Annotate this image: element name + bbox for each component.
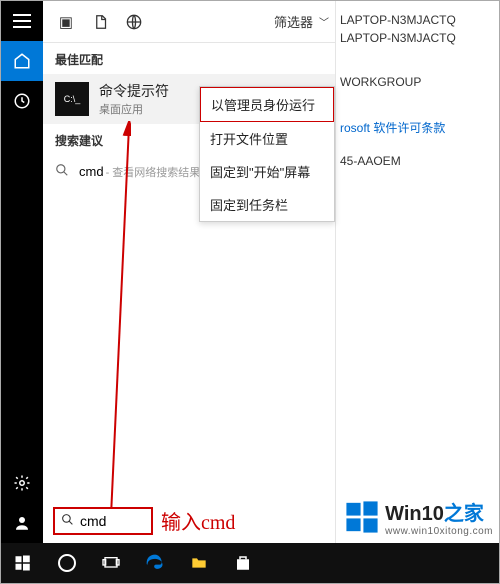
home-button[interactable] xyxy=(1,41,43,81)
bg-line2: LAPTOP-N3MJACTQ xyxy=(340,31,495,45)
cortana-button[interactable] xyxy=(45,554,89,572)
bg-line1: LAPTOP-N3MJACTQ xyxy=(340,13,495,27)
best-match-label: 最佳匹配 xyxy=(43,43,335,74)
suggestion-hint: - 查看网络搜索结果 xyxy=(106,164,201,180)
people-icon[interactable] xyxy=(1,503,43,543)
taskbar xyxy=(1,543,499,583)
web-icon[interactable] xyxy=(117,5,151,39)
ctx-open-location[interactable]: 打开文件位置 xyxy=(200,122,334,155)
edge-button[interactable] xyxy=(133,543,177,583)
search-panel: ▣ 筛选器 ﹀ 最佳匹配 C:\_ 命令提示符 桌面应用 搜索建议 xyxy=(43,1,336,543)
bg-line4: 45-AAOEM xyxy=(340,154,495,168)
background-properties: LAPTOP-N3MJACTQ LAPTOP-N3MJACTQ WORKGROU… xyxy=(336,1,499,543)
store-button[interactable] xyxy=(221,543,265,583)
ctx-pin-start[interactable]: 固定到"开始"屏幕 xyxy=(200,155,334,188)
start-rail xyxy=(1,1,43,543)
ctx-pin-taskbar[interactable]: 固定到任务栏 xyxy=(200,188,334,221)
result-title: 命令提示符 xyxy=(99,81,169,101)
taskview-button[interactable] xyxy=(89,543,133,583)
cmd-thumbnail: C:\_ xyxy=(55,82,89,116)
result-subtitle: 桌面应用 xyxy=(99,101,169,117)
gear-icon[interactable] xyxy=(1,463,43,503)
search-icon xyxy=(61,513,74,529)
start-button[interactable] xyxy=(1,543,45,583)
annotation-text: 输入cmd xyxy=(161,506,235,535)
menu-button[interactable] xyxy=(1,1,43,41)
panel-toolbar: ▣ 筛选器 ﹀ xyxy=(43,1,335,43)
ctx-run-as-admin[interactable]: 以管理员身份运行 xyxy=(200,87,334,122)
filter-label: 筛选器 xyxy=(274,12,313,31)
chevron-down-icon: ﹀ xyxy=(319,14,329,29)
search-value: cmd xyxy=(80,513,106,529)
watermark: Win10之家 www.win10xitong.com xyxy=(345,497,493,537)
documents-icon[interactable] xyxy=(83,5,117,39)
filter-dropdown[interactable]: 筛选器 ﹀ xyxy=(274,12,329,31)
bg-license-link[interactable]: rosoft 软件许可条款 xyxy=(340,119,495,136)
search-input[interactable]: cmd xyxy=(53,507,153,535)
explorer-button[interactable] xyxy=(177,543,221,583)
search-icon xyxy=(55,163,69,180)
windows-logo-icon xyxy=(345,500,379,534)
suggestion-query: cmd xyxy=(79,164,104,179)
apps-icon[interactable]: ▣ xyxy=(49,5,83,39)
clock-button[interactable] xyxy=(1,81,43,121)
bg-line3: WORKGROUP xyxy=(340,75,495,89)
context-menu: 以管理员身份运行 打开文件位置 固定到"开始"屏幕 固定到任务栏 xyxy=(199,86,335,222)
